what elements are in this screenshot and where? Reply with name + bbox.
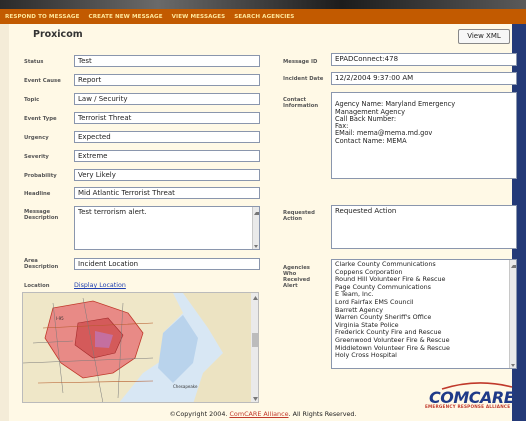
headline-label: Headline xyxy=(24,191,51,197)
event-cause-field[interactable]: Report xyxy=(74,74,260,86)
view-xml-button[interactable]: View XML xyxy=(458,29,510,44)
app-window: RESPOND TO MESSAGE CREATE NEW MESSAGE VI… xyxy=(0,0,526,421)
requested-action-label: Requested Action xyxy=(283,210,315,222)
page-title: Proxicom xyxy=(33,29,83,40)
svg-text:Chesapeake: Chesapeake xyxy=(173,384,198,389)
location-map[interactable]: I-95 Chesapeake xyxy=(22,292,259,403)
nav-create-new-message[interactable]: CREATE NEW MESSAGE xyxy=(89,14,163,20)
incident-date-label: Incident Date xyxy=(283,76,324,82)
area-description-field[interactable]: Incident Location xyxy=(74,258,260,270)
svg-text:I-95: I-95 xyxy=(56,316,64,321)
left-sidebar xyxy=(0,24,9,421)
requested-action-text: Requested Action xyxy=(335,207,397,215)
event-cause-label: Event Cause xyxy=(24,78,61,84)
urgency-label: Urgency xyxy=(24,135,49,141)
contact-information-text: Agency Name: Maryland Emergency Manageme… xyxy=(335,100,456,145)
severity-label: Severity xyxy=(24,154,49,160)
message-description-scrollbar[interactable] xyxy=(252,207,259,249)
location-label: Location xyxy=(24,283,50,289)
copyright-suffix: . All Rights Reserved. xyxy=(288,410,357,418)
probability-label: Probability xyxy=(24,173,57,179)
probability-field[interactable]: Very Likely xyxy=(74,169,260,181)
agencies-received-label: Agencies Who Received Alert xyxy=(283,265,311,289)
agencies-list-scrollbar[interactable] xyxy=(509,260,516,368)
status-label: Status xyxy=(24,59,44,65)
message-description-label: Message Description xyxy=(24,209,59,221)
status-field[interactable]: Test xyxy=(74,55,260,67)
top-nav: RESPOND TO MESSAGE CREATE NEW MESSAGE VI… xyxy=(0,9,526,24)
requested-action-field[interactable]: Requested Action xyxy=(331,205,517,249)
map-image: I-95 Chesapeake xyxy=(23,293,258,402)
contact-information-field[interactable]: Agency Name: Maryland Emergency Manageme… xyxy=(331,92,517,179)
area-description-label: Area Description xyxy=(24,258,59,270)
copyright-footer: ©Copyright 2004. ComCARE Alliance. All R… xyxy=(0,410,526,418)
urgency-field[interactable]: Expected xyxy=(74,131,260,143)
copyright-prefix: ©Copyright 2004. xyxy=(169,410,230,418)
headline-field[interactable]: Mid Atlantic Terrorist Threat xyxy=(74,187,260,199)
comcare-alliance-link[interactable]: ComCARE Alliance xyxy=(229,410,288,418)
top-banner-strip xyxy=(0,0,526,9)
message-id-label: Message ID xyxy=(283,59,318,65)
display-location-link[interactable]: Display Location xyxy=(74,282,126,289)
topic-label: Topic xyxy=(24,97,40,103)
message-description-text: Test terrorism alert. xyxy=(78,208,147,216)
incident-date-field[interactable]: 12/2/2004 9:37:00 AM xyxy=(331,72,517,85)
event-type-field[interactable]: Terrorist Threat xyxy=(74,112,260,124)
agencies-list[interactable]: Clarke County Communications Coppens Cor… xyxy=(331,259,517,369)
severity-field[interactable]: Extreme xyxy=(74,150,260,162)
topic-field[interactable]: Law / Security xyxy=(74,93,260,105)
nav-view-messages[interactable]: VIEW MESSAGES xyxy=(172,14,226,20)
nav-search-agencies[interactable]: SEARCH AGENCIES xyxy=(234,14,294,20)
message-id-field[interactable]: EPADConnect:478 xyxy=(331,53,517,66)
contact-information-label: Contact Information xyxy=(283,97,319,109)
message-description-field[interactable]: Test terrorism alert. xyxy=(74,206,260,250)
comcare-logo-tagline: EMERGENCY RESPONSE ALLIANCE xyxy=(425,404,511,409)
event-type-label: Event Type xyxy=(24,116,57,122)
nav-respond-to-message[interactable]: RESPOND TO MESSAGE xyxy=(5,14,80,20)
agency-list-item[interactable]: Holy Cross Hospital xyxy=(335,352,513,360)
